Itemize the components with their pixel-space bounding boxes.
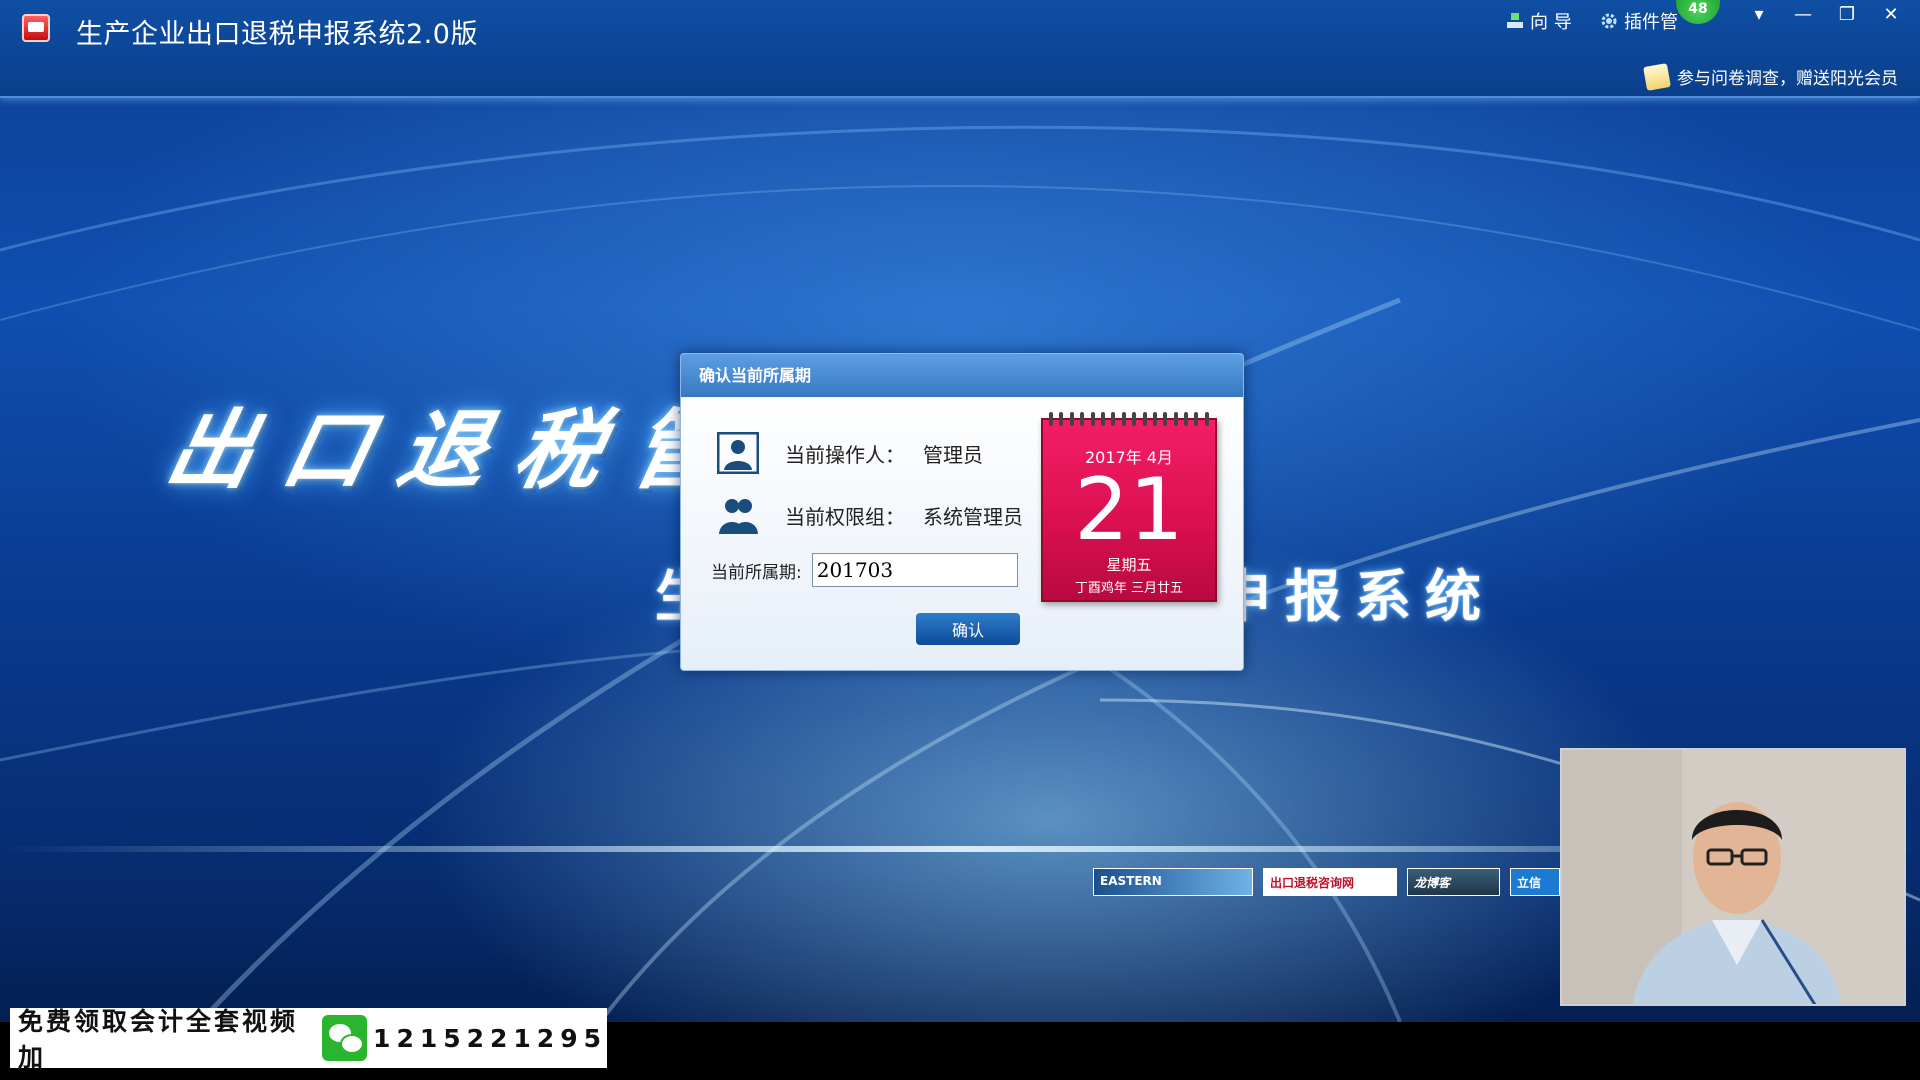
group-row: 当前权限组： 系统管理员	[717, 494, 1023, 536]
confirm-period-dialog: 确认当前所属期 当前操作人： 管理员 当前权限组： 系统管理员 当前所属期: 2…	[680, 353, 1244, 671]
calendar-rings	[1049, 412, 1209, 428]
group-label: 当前权限组：	[785, 504, 905, 529]
operator-label: 当前操作人：	[785, 442, 905, 467]
logo2-text: 出口退税咨询网	[1270, 876, 1355, 890]
guide-label: 向 导	[1530, 12, 1572, 33]
user-icon	[717, 432, 759, 474]
window-controls: ▾ — ❐ ✕	[1748, 4, 1902, 25]
period-row: 当前所属期:	[711, 553, 1018, 587]
guide-icon	[1507, 13, 1523, 28]
plugin-manager-button[interactable]: 插件管	[1600, 8, 1678, 34]
app-title: 生产企业出口退税申报系统2.0版	[76, 19, 478, 50]
calendar-lunar-date: 丁酉鸡年 三月廿五	[1074, 581, 1184, 596]
dropdown-button[interactable]: ▾	[1748, 4, 1770, 25]
calendar-widget: 2017年 4月 21 星期五 丁酉鸡年 三月廿五	[1041, 412, 1217, 602]
operator-value: 管理员	[923, 442, 983, 467]
group-value: 系统管理员	[923, 504, 1023, 529]
promo-text: 免费领取会计全套视频加	[18, 1007, 299, 1072]
dialog-body: 当前操作人： 管理员 当前权限组： 系统管理员 当前所属期: 确认 2017年 …	[681, 398, 1243, 670]
calendar-day: 21	[1074, 460, 1184, 560]
guide-button[interactable]: 向 导	[1506, 8, 1572, 34]
wechat-icon	[322, 1015, 368, 1061]
title-bar: 生产企业出口退税申报系统2.0版 向 导 插件管 48 ▾ — ❐ ✕ 参与问卷…	[0, 0, 1920, 98]
period-label: 当前所属期:	[711, 562, 802, 583]
logo4-text: 立信	[1517, 876, 1542, 890]
minimize-button[interactable]: —	[1792, 4, 1814, 25]
partner-logo-lixin[interactable]: 立信	[1510, 868, 1560, 896]
user-group-icon	[719, 499, 758, 534]
confirm-button[interactable]: 确认	[916, 613, 1020, 645]
promo-number: 1215221295	[373, 1023, 607, 1053]
logo1-text: EASTERN	[1100, 874, 1162, 888]
calendar-weekday: 星期五	[1106, 556, 1152, 574]
partner-logo-tax-consult[interactable]: 出口退税咨询网	[1263, 868, 1397, 896]
partner-logo-eastern[interactable]: EASTERN	[1093, 868, 1253, 896]
survey-link[interactable]: 参与问卷调查，赠送阳光会员	[1643, 62, 1898, 91]
plugin-label: 插件管	[1624, 12, 1678, 33]
webcam-overlay	[1560, 748, 1906, 1006]
app-logo-icon	[22, 14, 50, 42]
restore-button[interactable]: ❐	[1836, 4, 1858, 25]
notification-badge[interactable]: 48	[1676, 0, 1720, 24]
operator-row: 当前操作人： 管理员	[717, 432, 983, 474]
gear-icon	[1601, 13, 1617, 29]
envelope-icon	[1643, 62, 1671, 91]
dialog-title: 确认当前所属期	[681, 354, 1243, 397]
period-input[interactable]	[811, 553, 1018, 587]
logo3-text: 龙博客	[1414, 876, 1451, 890]
promo-banner: 免费领取会计全套视频加 1215221295	[10, 1007, 607, 1072]
partner-logo-blog[interactable]: 龙博客	[1407, 868, 1500, 896]
close-button[interactable]: ✕	[1880, 4, 1902, 25]
presenter-image	[1562, 750, 1904, 1004]
survey-text: 参与问卷调查，赠送阳光会员	[1677, 69, 1898, 89]
